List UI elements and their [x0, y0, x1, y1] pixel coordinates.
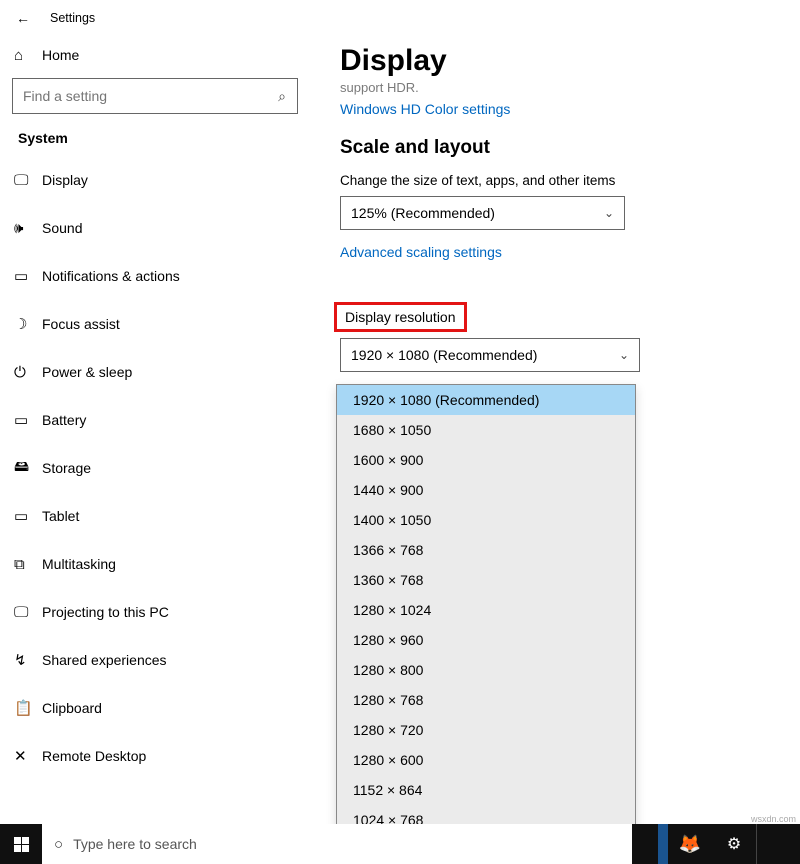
- hd-color-link[interactable]: Windows HD Color settings: [340, 101, 784, 117]
- resolution-option[interactable]: 1366 × 768: [337, 535, 635, 565]
- focus-icon: ☽: [14, 315, 36, 333]
- sidebar-item-storage[interactable]: 🖴 Storage: [4, 444, 306, 492]
- sidebar: ⌂ Home ⌕ System 🖵 Display 🕪 Sound ▭ Notificat…: [0, 36, 306, 830]
- resolution-option[interactable]: 1280 × 720: [337, 715, 635, 745]
- sidebar-item-label: Display: [42, 172, 88, 188]
- sidebar-item-notifications-actions[interactable]: ▭ Notifications & actions: [4, 252, 306, 300]
- app-title: Settings: [50, 11, 95, 25]
- page-title: Display: [340, 44, 784, 78]
- search-icon: ○: [54, 836, 63, 853]
- tablet-icon: ▭: [14, 507, 36, 525]
- category-heading: System: [4, 124, 306, 156]
- watermark: wsxdn.com: [751, 814, 796, 824]
- advanced-scaling-link[interactable]: Advanced scaling settings: [340, 244, 784, 260]
- sidebar-item-clipboard[interactable]: 📋 Clipboard: [4, 684, 306, 732]
- taskbar: ○ Type here to search 🦊 ⚙: [0, 824, 800, 864]
- resolution-option[interactable]: 1440 × 900: [337, 475, 635, 505]
- settings-search[interactable]: ⌕: [12, 78, 298, 114]
- sidebar-item-projecting-to-this-pc[interactable]: 🖵 Projecting to this PC: [4, 588, 306, 636]
- resolution-value: 1920 × 1080 (Recommended): [351, 347, 537, 363]
- sidebar-item-label: Battery: [42, 412, 86, 428]
- sidebar-item-tablet[interactable]: ▭ Tablet: [4, 492, 306, 540]
- chevron-down-icon: ⌄: [619, 348, 629, 362]
- scale-label: Change the size of text, apps, and other…: [340, 173, 784, 188]
- remote-icon: ✕: [14, 747, 36, 765]
- resolution-options-list[interactable]: 1920 × 1080 (Recommended)1680 × 10501600…: [336, 384, 636, 836]
- sidebar-item-label: Projecting to this PC: [42, 604, 169, 620]
- sidebar-item-power-sleep[interactable]: ⏻ Power & sleep: [4, 348, 306, 396]
- multi-icon: ⧉: [14, 556, 36, 573]
- home-button[interactable]: ⌂ Home: [4, 36, 306, 74]
- taskbar-search[interactable]: ○ Type here to search: [42, 824, 632, 864]
- resolution-option[interactable]: 1280 × 960: [337, 625, 635, 655]
- resolution-option[interactable]: 1600 × 900: [337, 445, 635, 475]
- resolution-option[interactable]: 1400 × 1050: [337, 505, 635, 535]
- firefox-icon[interactable]: 🦊: [668, 824, 712, 864]
- sidebar-item-label: Notifications & actions: [42, 268, 180, 284]
- resolution-dropdown[interactable]: 1920 × 1080 (Recommended) ⌄: [340, 338, 640, 372]
- sidebar-item-label: Clipboard: [42, 700, 102, 716]
- resolution-label: Display resolution: [345, 309, 456, 325]
- scale-value: 125% (Recommended): [351, 205, 495, 221]
- chevron-down-icon: ⌄: [604, 206, 614, 220]
- battery-icon: ▭: [14, 411, 36, 429]
- sidebar-item-display[interactable]: 🖵 Display: [4, 156, 306, 204]
- home-label: Home: [42, 47, 79, 63]
- search-icon: ⌕: [267, 88, 297, 105]
- search-input[interactable]: [13, 88, 267, 104]
- sidebar-item-label: Sound: [42, 220, 82, 236]
- sidebar-item-focus-assist[interactable]: ☽ Focus assist: [4, 300, 306, 348]
- sidebar-item-label: Tablet: [42, 508, 79, 524]
- truncated-text: support HDR.: [340, 80, 784, 95]
- resolution-option[interactable]: 1360 × 768: [337, 565, 635, 595]
- notif-icon: ▭: [14, 267, 36, 285]
- sidebar-item-shared-experiences[interactable]: ↯ Shared experiences: [4, 636, 306, 684]
- resolution-option[interactable]: 1280 × 768: [337, 685, 635, 715]
- power-icon: ⏻: [14, 364, 36, 381]
- resolution-highlight: Display resolution: [334, 302, 467, 332]
- home-icon: ⌂: [14, 47, 36, 64]
- sidebar-item-remote-desktop[interactable]: ✕ Remote Desktop: [4, 732, 306, 780]
- gear-icon[interactable]: ⚙: [712, 824, 756, 864]
- project-icon: 🖵: [14, 604, 36, 621]
- sound-icon: 🕪: [14, 220, 36, 237]
- resolution-option[interactable]: 1680 × 1050: [337, 415, 635, 445]
- resolution-option[interactable]: 1280 × 1024: [337, 595, 635, 625]
- clip-icon: 📋: [14, 699, 36, 717]
- start-button[interactable]: [0, 824, 42, 864]
- sidebar-item-label: Multitasking: [42, 556, 116, 572]
- scale-dropdown[interactable]: 125% (Recommended) ⌄: [340, 196, 625, 230]
- shared-icon: ↯: [14, 651, 36, 669]
- sidebar-item-label: Power & sleep: [42, 364, 132, 380]
- resolution-option[interactable]: 1920 × 1080 (Recommended): [337, 385, 635, 415]
- scale-section-heading: Scale and layout: [340, 137, 784, 159]
- sidebar-item-multitasking[interactable]: ⧉ Multitasking: [4, 540, 306, 588]
- sidebar-item-label: Shared experiences: [42, 652, 167, 668]
- storage-icon: 🖴: [14, 456, 36, 481]
- sidebar-item-label: Remote Desktop: [42, 748, 146, 764]
- resolution-option[interactable]: 1152 × 864: [337, 775, 635, 805]
- sidebar-item-label: Storage: [42, 460, 91, 476]
- taskbar-search-placeholder: Type here to search: [73, 836, 197, 852]
- sidebar-item-label: Focus assist: [42, 316, 120, 332]
- back-icon[interactable]: ←: [16, 10, 30, 26]
- taskbar-edge-sliver[interactable]: [658, 824, 668, 864]
- sidebar-item-battery[interactable]: ▭ Battery: [4, 396, 306, 444]
- resolution-option[interactable]: 1280 × 800: [337, 655, 635, 685]
- windows-icon: [14, 837, 29, 852]
- taskbar-overflow-icon[interactable]: [756, 824, 800, 864]
- resolution-option[interactable]: 1280 × 600: [337, 745, 635, 775]
- sidebar-item-sound[interactable]: 🕪 Sound: [4, 204, 306, 252]
- display-icon: 🖵: [14, 172, 36, 189]
